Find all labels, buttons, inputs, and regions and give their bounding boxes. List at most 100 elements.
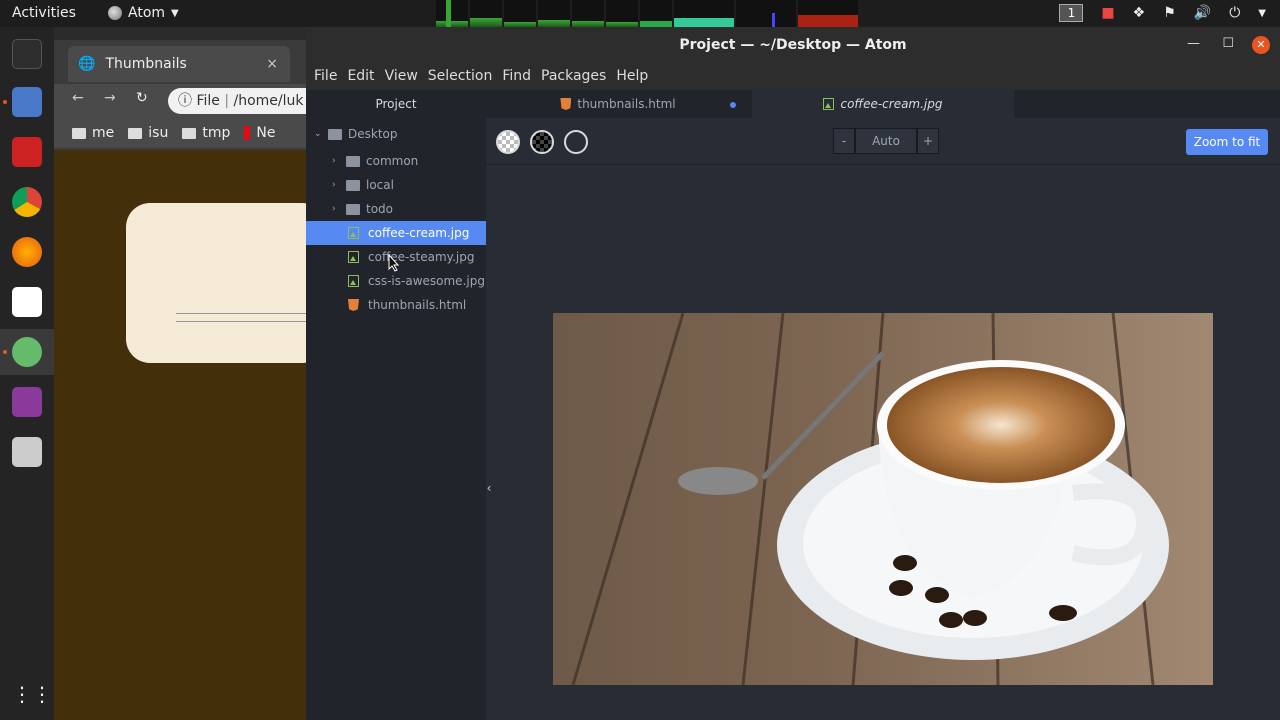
filezilla-icon[interactable] [12,137,42,167]
running-indicator [3,100,7,104]
folder-icon [346,179,360,191]
image-controls: - Auto + Zoom to fit [486,118,1280,165]
workspace-indicator[interactable]: 1 [1059,4,1084,22]
caret-down-icon[interactable]: ▼ [1258,8,1266,19]
url-scheme: File [196,93,220,109]
bg-none-button[interactable] [564,130,588,154]
card-line [176,313,306,314]
folder-icon [346,203,360,215]
folder-symlink-icon [346,155,360,167]
coffee-photo [553,313,1213,685]
tab-thumbnails-html[interactable]: thumbnails.html [486,90,750,118]
tree-view: Project ⌄ Desktop › common › local › tod… [306,90,486,720]
tab-thumbnails[interactable]: 🌐 Thumbnails × [68,46,290,82]
atom-window: Project — ~/Desktop — Atom — ☐ ✕ File Ed… [306,27,1280,720]
app-menu[interactable]: Atom ▼ [108,5,179,21]
bg-transparent-button[interactable] [496,130,520,154]
network-icon[interactable]: ⚑ [1163,5,1176,21]
tree-toggle-icon[interactable]: ‹ [480,468,498,508]
maximize-icon[interactable]: ☐ [1222,36,1234,52]
archive-icon[interactable] [12,437,42,467]
address-bar[interactable]: ⓘ File | /home/luk [168,88,328,114]
menu-find[interactable]: Find [502,68,541,84]
bookmark-netflix[interactable]: Ne [244,125,275,141]
tree-folder-common[interactable]: › common [306,149,486,173]
dropbox-icon[interactable]: ❖ [1133,5,1146,21]
video-editor-icon[interactable] [12,387,42,417]
temp-graph [736,0,796,27]
tab-coffee-cream[interactable]: coffee-cream.jpg [752,90,1014,118]
window-title: Project — ~/Desktop — Atom [679,37,907,53]
tree-file-coffee-cream[interactable]: coffee-cream.jpg [306,221,486,245]
bookmark-tmp[interactable]: tmp [182,125,230,141]
menu-file[interactable]: File [314,68,347,84]
tree-file-thumbnails-html[interactable]: thumbnails.html [306,293,486,317]
dock: ⋮⋮ [0,27,54,720]
image-file-icon [823,98,835,110]
tree-header[interactable]: Project [306,90,486,118]
tree-folder-todo[interactable]: › todo [306,197,486,221]
menu-edit[interactable]: Edit [347,68,384,84]
power-icon[interactable]: ⏻ [1229,5,1240,21]
menu-view[interactable]: View [385,68,428,84]
reload-icon[interactable]: ↻ [136,90,148,106]
menu-help[interactable]: Help [616,68,658,84]
volume-icon[interactable]: 🔊 [1194,5,1211,21]
system-tray: 1 ■ ❖ ⚑ 🔊 ⏻ ▼ [1059,4,1266,22]
atom-app-icon [108,6,122,20]
app-name: Atom [128,5,166,21]
mouse-cursor-icon [388,254,400,272]
tab-bar: thumbnails.html coffee-cream.jpg [486,90,1280,118]
html5-icon [348,299,359,311]
tree-file-css-is-awesome[interactable]: css-is-awesome.jpg [306,269,486,293]
minimize-icon[interactable]: — [1187,36,1200,52]
back-icon[interactable]: ← [72,90,84,106]
close-window-icon[interactable]: ✕ [1252,36,1270,54]
terminal-icon[interactable] [12,39,42,69]
chevron-down-icon: ⌄ [314,129,322,139]
system-monitor-graphs [436,0,858,27]
bg-dark-button[interactable] [530,130,554,154]
image-file-icon [348,251,359,263]
gedit-icon[interactable] [12,287,42,317]
image-view: - Auto + Zoom to fit ‹ [486,118,1280,720]
folder-icon [328,128,342,140]
folder-icon [182,127,197,139]
firefox-icon[interactable] [12,237,42,267]
chrome-nav-bar: ← → ↻ ⓘ File | /home/luk [54,84,328,118]
activities-button[interactable]: Activities [12,5,76,21]
forward-icon[interactable]: → [104,90,116,106]
text-editor-icon[interactable] [12,87,42,117]
html5-icon [560,98,572,110]
tab-title: Thumbnails [105,56,187,72]
globe-icon: 🌐 [78,56,96,72]
bookmark-me[interactable]: me [72,125,114,141]
card-line [176,321,306,322]
atom-icon[interactable] [12,337,42,367]
chrome-icon[interactable] [12,187,42,217]
zoom-in-button[interactable]: + [917,128,939,154]
zoom-out-button[interactable]: - [833,128,855,154]
power-graph [798,0,858,27]
tree-folder-local[interactable]: › local [306,173,486,197]
folder-icon [128,127,143,139]
modified-indicator [730,102,736,108]
zoom-to-fit-button[interactable]: Zoom to fit [1186,129,1268,155]
cpu-graph [436,0,468,27]
coffee-illustration [553,313,1213,685]
load-graph [572,0,604,27]
tree-root-desktop[interactable]: ⌄ Desktop [306,122,486,146]
disk-graph [606,0,638,27]
zoom-control: - Auto + [833,128,939,154]
screencast-icon[interactable]: ■ [1101,5,1114,21]
close-tab-icon[interactable]: × [266,56,278,72]
zoom-level[interactable]: Auto [855,128,917,154]
menu-packages[interactable]: Packages [541,68,616,84]
caret-down-icon: ▼ [171,7,179,19]
top-bar: Activities Atom ▼ 1 ■ ❖ ⚑ 🔊 ⏻ ▼ [0,0,1280,27]
mem-graph [470,0,502,27]
menu-selection[interactable]: Selection [428,68,503,84]
show-apps-icon[interactable]: ⋮⋮ [12,679,52,709]
bookmark-isu[interactable]: isu [128,125,168,141]
net2-graph [640,0,672,27]
